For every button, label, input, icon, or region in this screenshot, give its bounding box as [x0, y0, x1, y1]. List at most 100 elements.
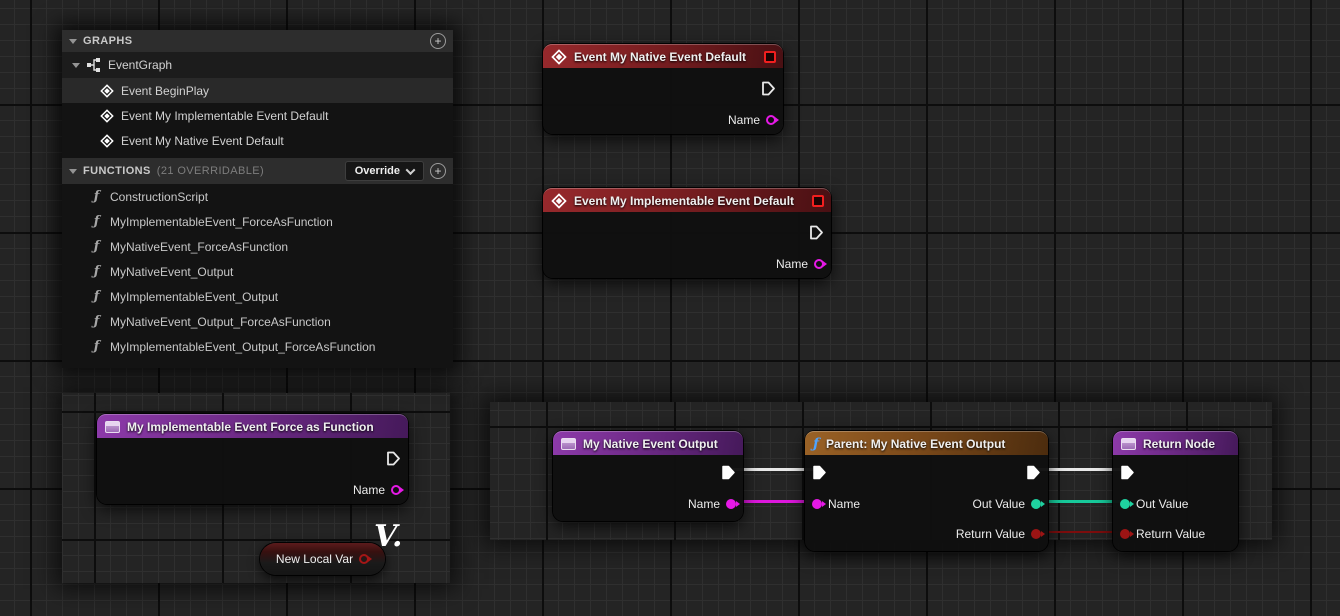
function-result-icon [1121, 438, 1136, 450]
name-output-pin[interactable] [766, 115, 776, 125]
node-header[interactable]: My Implementable Event Force as Function [97, 414, 408, 438]
variable-output-pin[interactable] [359, 554, 369, 564]
eventgraph-label: EventGraph [108, 58, 172, 72]
sidebar-item-eventgraph[interactable]: EventGraph [62, 52, 453, 78]
graphs-section-header[interactable]: GRAPHS + [62, 30, 453, 52]
node-title: My Native Event Output [583, 437, 718, 451]
sidebar-item-label: MyNativeEvent_ForceAsFunction [110, 240, 288, 254]
function-entry-icon [105, 421, 120, 433]
sidebar-item-myimplementableevent-output-forceasfunction[interactable]: ƒ MyImplementableEvent_Output_ForceAsFun… [62, 334, 453, 359]
node-return-node[interactable]: Return Node Out Value Return Value [1113, 431, 1238, 551]
sidebar-item-label: MyImplementableEvent_Output [110, 290, 278, 304]
collapse-arrow-icon[interactable] [69, 39, 77, 44]
name-output-pin[interactable] [391, 485, 401, 495]
node-title: Event My Implementable Event Default [574, 194, 794, 208]
pin-label: Name [728, 113, 760, 127]
return-value-output-pin[interactable] [1031, 529, 1041, 539]
event-icon [100, 134, 114, 148]
functions-header-label: FUNCTIONS [83, 165, 151, 177]
sidebar-item-mynativeevent-output-forceasfunction[interactable]: ƒ MyNativeEvent_Output_ForceAsFunction [62, 309, 453, 334]
variable-name-label: New Local Var [276, 552, 353, 566]
event-icon [551, 49, 567, 65]
sidebar-item-myimplementableevent-forceasfunction[interactable]: ƒ MyImplementableEvent_ForceAsFunction [62, 209, 453, 234]
sidebar-item-event-my-native-event-default[interactable]: Event My Native Event Default [62, 128, 453, 153]
node-header[interactable]: Return Node [1113, 431, 1238, 455]
node-title: Event My Native Event Default [574, 50, 746, 64]
function-icon: ƒ [90, 339, 103, 354]
node-title: My Implementable Event Force as Function [127, 420, 374, 434]
collapse-arrow-icon[interactable] [72, 63, 80, 68]
functions-section-header[interactable]: FUNCTIONS (21 OVERRIDABLE) Override + [62, 158, 453, 184]
node-title: Parent: My Native Event Output [826, 437, 1005, 451]
function-entry-icon [561, 438, 576, 450]
sidebar-item-constructionscript[interactable]: ƒ ConstructionScript [62, 184, 453, 209]
pin-label: Out Value [973, 497, 1025, 511]
sidebar-item-label: MyNativeEvent_Output_ForceAsFunction [110, 315, 331, 329]
exec-input-pin[interactable] [1120, 465, 1135, 480]
sidebar-item-myimplementableevent-output[interactable]: ƒ MyImplementableEvent_Output [62, 284, 453, 309]
exec-input-pin[interactable] [812, 465, 827, 480]
function-icon: ƒ [90, 214, 103, 229]
function-icon: ƒ [90, 264, 103, 279]
exec-output-pin[interactable] [761, 81, 776, 96]
override-label: Override [355, 165, 400, 177]
event-icon [551, 193, 567, 209]
blueprint-editor: GRAPHS + EventGraph Event BeginPlay [0, 0, 1340, 616]
sidebar-item-label: MyImplementableEvent_ForceAsFunction [110, 215, 333, 229]
graphs-header-label: GRAPHS [83, 35, 132, 47]
eventgraph-icon [87, 58, 101, 72]
node-header[interactable]: ƒ Parent: My Native Event Output [805, 431, 1048, 455]
pin-label: Return Value [1136, 527, 1205, 541]
my-blueprint-panel: GRAPHS + EventGraph Event BeginPlay [62, 30, 453, 368]
node-title: Return Node [1143, 437, 1215, 451]
sidebar-item-label: Event My Native Event Default [121, 134, 284, 148]
pin-label: Out Value [1136, 497, 1188, 511]
chevron-down-icon [406, 165, 416, 175]
node-header[interactable]: My Native Event Output [553, 431, 743, 455]
function-icon: ƒ [90, 189, 103, 204]
add-function-button[interactable]: + [430, 163, 446, 179]
node-header[interactable]: Event My Native Event Default [543, 44, 783, 68]
add-graph-button[interactable]: + [430, 33, 446, 49]
pin-label: Name [828, 497, 860, 511]
exec-output-pin[interactable] [721, 465, 736, 480]
function-icon: ƒ [90, 289, 103, 304]
event-enabled-indicator[interactable] [812, 195, 824, 207]
name-output-pin[interactable] [814, 259, 824, 269]
sidebar-item-label: Event My Implementable Event Default [121, 109, 328, 123]
sidebar-item-event-my-implementable-event-default[interactable]: Event My Implementable Event Default [62, 103, 453, 128]
sidebar-item-label: ConstructionScript [110, 190, 208, 204]
sidebar-item-label: MyImplementableEvent_Output_ForceAsFunct… [110, 340, 375, 354]
exec-output-pin[interactable] [809, 225, 824, 240]
event-icon [100, 109, 114, 123]
out-value-input-pin[interactable] [1120, 499, 1130, 509]
variable-watermark-icon: V. [374, 522, 402, 552]
collapse-arrow-icon[interactable] [69, 169, 77, 174]
function-call-icon: ƒ [813, 437, 819, 451]
node-new-local-var[interactable]: New Local Var [260, 543, 385, 575]
sidebar-item-mynativeevent-output[interactable]: ƒ MyNativeEvent_Output [62, 259, 453, 284]
sidebar-item-mynativeevent-forceasfunction[interactable]: ƒ MyNativeEvent_ForceAsFunction [62, 234, 453, 259]
exec-output-pin[interactable] [1026, 465, 1041, 480]
node-parent-my-native-event-output[interactable]: ƒ Parent: My Native Event Output Name Ou… [805, 431, 1048, 551]
name-output-pin[interactable] [726, 499, 736, 509]
node-header[interactable]: Event My Implementable Event Default [543, 188, 831, 212]
return-value-input-pin[interactable] [1120, 529, 1130, 539]
pin-label: Return Value [956, 527, 1025, 541]
name-input-pin[interactable] [812, 499, 822, 509]
out-value-output-pin[interactable] [1031, 499, 1041, 509]
sidebar-item-event-beginplay[interactable]: Event BeginPlay [62, 78, 453, 103]
event-enabled-indicator[interactable] [764, 51, 776, 63]
node-my-implementable-event-force-as-function[interactable]: My Implementable Event Force as Function… [97, 414, 408, 504]
node-my-native-event-output[interactable]: My Native Event Output Name [553, 431, 743, 521]
node-event-my-native-event-default[interactable]: Event My Native Event Default Name [543, 44, 783, 134]
pin-label: Name [776, 257, 808, 271]
exec-output-pin[interactable] [386, 451, 401, 466]
node-event-my-implementable-event-default[interactable]: Event My Implementable Event Default Nam… [543, 188, 831, 278]
pin-label: Name [688, 497, 720, 511]
function-icon: ƒ [90, 314, 103, 329]
event-icon [100, 84, 114, 98]
function-icon: ƒ [90, 239, 103, 254]
sidebar-item-label: MyNativeEvent_Output [110, 265, 233, 279]
override-dropdown[interactable]: Override [345, 161, 424, 181]
